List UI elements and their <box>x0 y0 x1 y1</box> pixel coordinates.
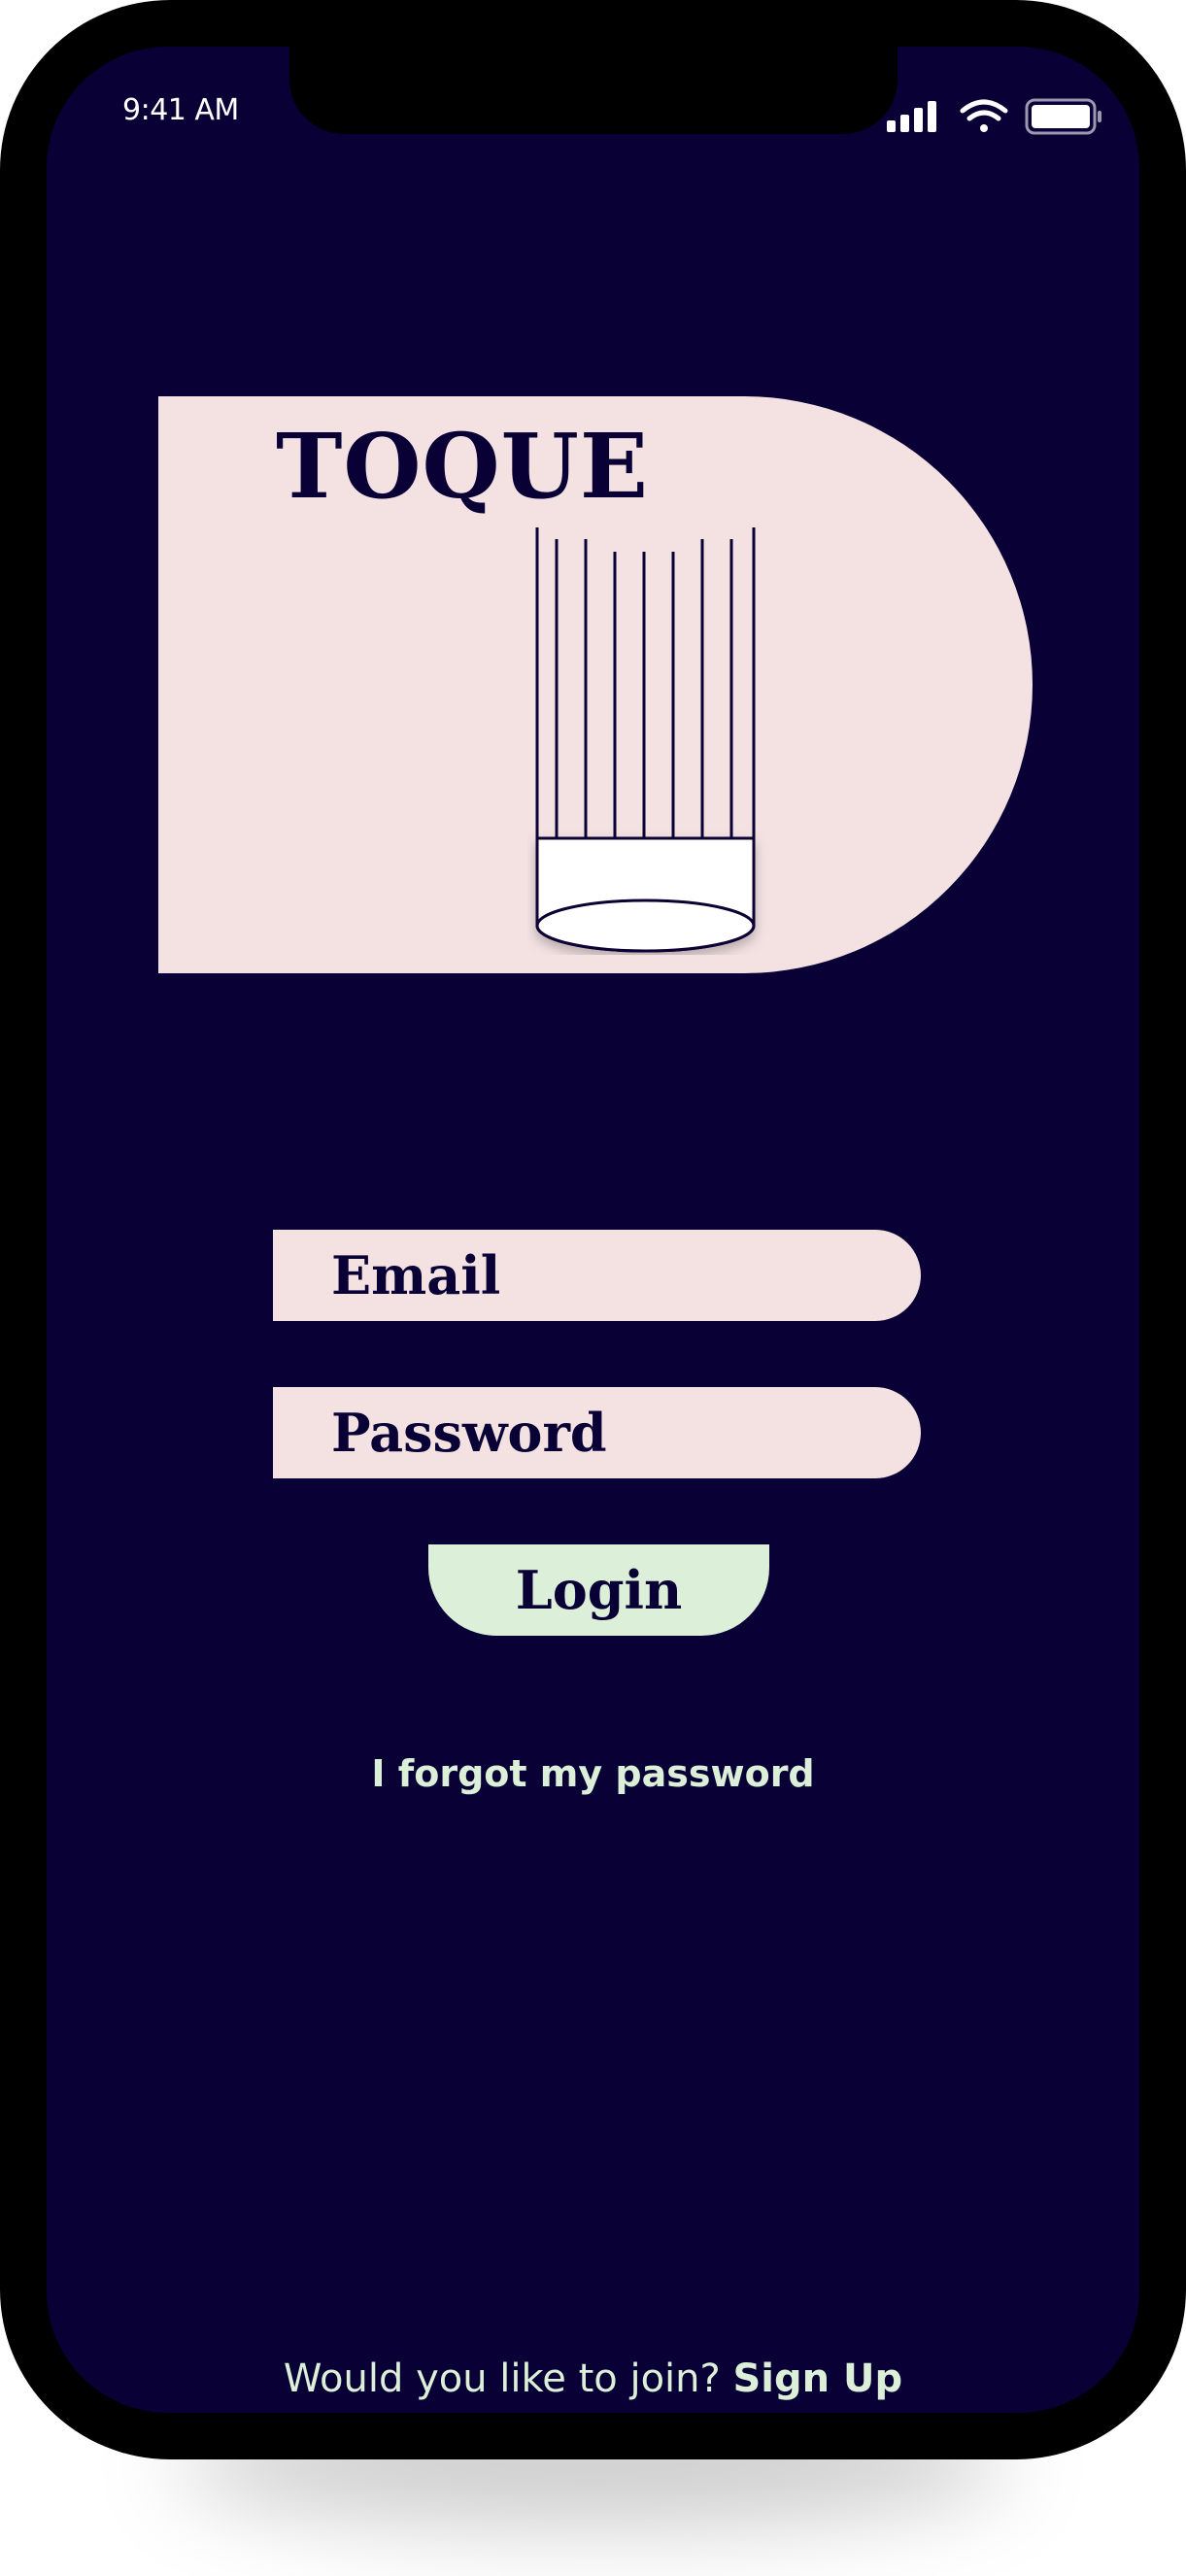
phone-frame: 9:41 AM TOQUE Email Login I forgot my pa… <box>0 0 1186 2459</box>
brand-title: TOQUE <box>275 414 650 519</box>
signup-link[interactable]: Sign Up <box>732 2356 902 2401</box>
chef-hat-icon <box>535 527 756 953</box>
device-notch <box>289 47 898 134</box>
email-input[interactable] <box>273 1230 921 1321</box>
status-time: 9:41 AM <box>122 93 239 127</box>
app-screen: 9:41 AM TOQUE Email Login I forgot my pa… <box>47 47 1139 2413</box>
forgot-password-link[interactable]: I forgot my password <box>47 1752 1139 1795</box>
brand-banner: TOQUE <box>158 396 1033 973</box>
login-button[interactable]: Login <box>428 1544 769 1636</box>
battery-icon <box>1025 98 1101 135</box>
password-input[interactable] <box>273 1387 921 1478</box>
device-canvas: 9:41 AM TOQUE Email Login I forgot my pa… <box>0 0 1186 2576</box>
status-icons <box>887 98 1101 135</box>
signup-prompt: Would you like to join? <box>283 2356 733 2401</box>
signup-row: Would you like to join? Sign Up <box>47 2356 1139 2401</box>
cellular-signal-icon <box>887 101 936 132</box>
wifi-icon <box>960 99 1008 132</box>
